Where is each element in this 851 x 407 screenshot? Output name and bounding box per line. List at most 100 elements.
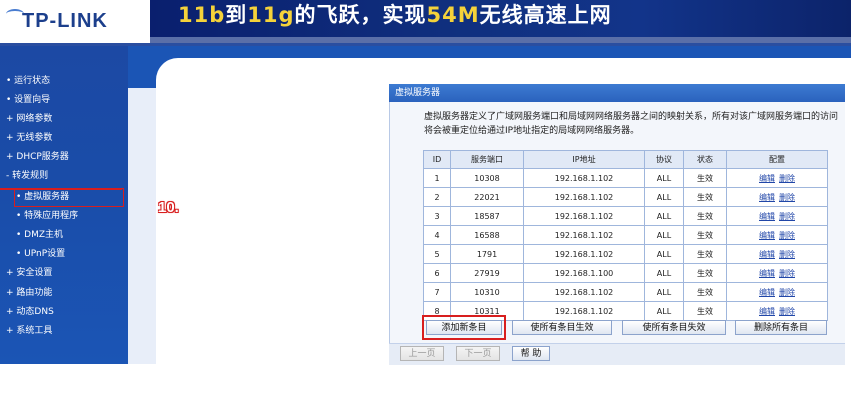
col-header-ip: IP地址 [523, 150, 645, 169]
cell-config: 编辑 删除 [726, 301, 828, 321]
logo-text: TP-LINK [22, 10, 108, 32]
delete-link[interactable]: 删除 [779, 269, 795, 278]
col-header-protocol: 协议 [644, 150, 684, 169]
header: TP-LINK 11b到11g的飞跃，实现54M无线高速上网 [0, 0, 851, 43]
virtual-server-table: ID 服务端口 IP地址 协议 状态 配置 1 10308 192.168.1.… [423, 150, 828, 321]
sidebar-item-ddns[interactable]: + 动态DNS [6, 305, 54, 319]
tp-link-logo: TP-LINK [4, 6, 144, 36]
prev-page-button[interactable]: 上一页 [400, 346, 444, 361]
sidebar-item-system-tools[interactable]: + 系统工具 [6, 324, 52, 338]
cell-config: 编辑 删除 [726, 187, 828, 207]
logo-swoosh-icon [6, 9, 24, 19]
cell-config: 编辑 删除 [726, 263, 828, 283]
cell-status: 生效 [683, 263, 727, 283]
banner-slogan-part5: 54M [426, 3, 480, 27]
banner-slogan-part1: 11b [178, 3, 226, 27]
cell-protocol: ALL [644, 263, 684, 283]
cell-id: 4 [423, 225, 451, 245]
table-row: 4 16588 192.168.1.102 ALL 生效 编辑 删除 [423, 225, 828, 245]
cell-ip: 192.168.1.102 [523, 206, 645, 226]
cell-id: 6 [423, 263, 451, 283]
delete-link[interactable]: 删除 [779, 307, 795, 316]
cell-port: 1791 [450, 244, 524, 264]
delete-link[interactable]: 删除 [779, 212, 795, 221]
sidebar-item-status[interactable]: • 运行状态 [6, 74, 50, 88]
banner-slogan-part6: 无线高速上网 [479, 3, 612, 27]
cell-protocol: ALL [644, 168, 684, 188]
banner-slogan-part4: 的飞跃，实现 [294, 3, 427, 27]
cell-status: 生效 [683, 168, 727, 188]
cell-status: 生效 [683, 301, 727, 321]
cell-port: 10308 [450, 168, 524, 188]
edit-link[interactable]: 编辑 [759, 250, 775, 259]
cell-id: 1 [423, 168, 451, 188]
cell-ip: 192.168.1.102 [523, 168, 645, 188]
sidebar-item-wireless[interactable]: + 无线参数 [6, 131, 52, 145]
sidebar-item-dmz[interactable]: • DMZ主机 [16, 228, 63, 242]
cell-config: 编辑 删除 [726, 206, 828, 226]
cell-protocol: ALL [644, 244, 684, 264]
delete-all-button[interactable]: 删除所有条目 [735, 320, 827, 335]
sidebar-item-upnp[interactable]: • UPnP设置 [16, 247, 65, 261]
next-page-button[interactable]: 下一页 [456, 346, 500, 361]
edit-link[interactable]: 编辑 [759, 231, 775, 240]
table-row: 2 22021 192.168.1.102 ALL 生效 编辑 删除 [423, 187, 828, 207]
col-header-id: ID [423, 150, 451, 169]
cell-config: 编辑 删除 [726, 244, 828, 264]
banner-slogan-part3: 11g [247, 3, 295, 27]
delete-link[interactable]: 删除 [779, 231, 795, 240]
cell-id: 2 [423, 187, 451, 207]
table-row: 1 10308 192.168.1.102 ALL 生效 编辑 删除 [423, 168, 828, 188]
col-header-status: 状态 [683, 150, 727, 169]
delete-link[interactable]: 删除 [779, 250, 795, 259]
cell-port: 22021 [450, 187, 524, 207]
sidebar-item-wizard[interactable]: • 设置向导 [6, 93, 50, 107]
cell-id: 7 [423, 282, 451, 302]
selection-highlight-box [14, 188, 124, 207]
col-header-port: 服务端口 [450, 150, 524, 169]
add-entry-button[interactable]: 添加新条目 [426, 320, 502, 335]
delete-link[interactable]: 删除 [779, 174, 795, 183]
banner-slogan-part2: 到 [225, 3, 248, 27]
cell-port: 27919 [450, 263, 524, 283]
cell-port: 10310 [450, 282, 524, 302]
cell-protocol: ALL [644, 225, 684, 245]
sidebar-item-routing[interactable]: + 路由功能 [6, 286, 52, 300]
delete-link[interactable]: 删除 [779, 193, 795, 202]
sidebar-item-special-app[interactable]: • 特殊应用程序 [16, 209, 78, 223]
col-header-config: 配置 [726, 150, 828, 169]
panel-description: 虚拟服务器定义了广域网服务端口和局域网网络服务器之间的映射关系，所有对该广域网服… [424, 112, 839, 136]
table-row: 5 1791 192.168.1.102 ALL 生效 编辑 删除 [423, 244, 828, 264]
banner-slogan: 11b到11g的飞跃，实现54M无线高速上网 [178, 0, 612, 30]
help-button[interactable]: 帮 助 [512, 346, 550, 361]
step-label: 10. [158, 199, 179, 216]
cell-ip: 192.168.1.100 [523, 263, 645, 283]
cell-ip: 192.168.1.102 [523, 301, 645, 321]
edit-link[interactable]: 编辑 [759, 193, 775, 202]
table-header-row: ID 服务端口 IP地址 协议 状态 配置 [423, 150, 828, 169]
cell-id: 5 [423, 244, 451, 264]
delete-link[interactable]: 删除 [779, 288, 795, 297]
sidebar-item-security[interactable]: + 安全设置 [6, 266, 52, 280]
cell-config: 编辑 删除 [726, 168, 828, 188]
cell-protocol: ALL [644, 187, 684, 207]
cell-id: 3 [423, 206, 451, 226]
cell-status: 生效 [683, 187, 727, 207]
edit-link[interactable]: 编辑 [759, 269, 775, 278]
sidebar-item-network[interactable]: + 网络参数 [6, 112, 52, 126]
cell-config: 编辑 删除 [726, 225, 828, 245]
cell-status: 生效 [683, 206, 727, 226]
edit-link[interactable]: 编辑 [759, 307, 775, 316]
enable-all-button[interactable]: 使所有条目生效 [512, 320, 612, 335]
sidebar-item-dhcp[interactable]: + DHCP服务器 [6, 150, 69, 164]
table-row: 3 18587 192.168.1.102 ALL 生效 编辑 删除 [423, 206, 828, 226]
cell-status: 生效 [683, 282, 727, 302]
sidebar-item-forwarding[interactable]: - 转发规则 [6, 169, 48, 183]
content-left-margin [128, 88, 156, 364]
cell-status: 生效 [683, 225, 727, 245]
disable-all-button[interactable]: 使所有条目失效 [622, 320, 726, 335]
edit-link[interactable]: 编辑 [759, 212, 775, 221]
edit-link[interactable]: 编辑 [759, 174, 775, 183]
cell-port: 16588 [450, 225, 524, 245]
edit-link[interactable]: 编辑 [759, 288, 775, 297]
